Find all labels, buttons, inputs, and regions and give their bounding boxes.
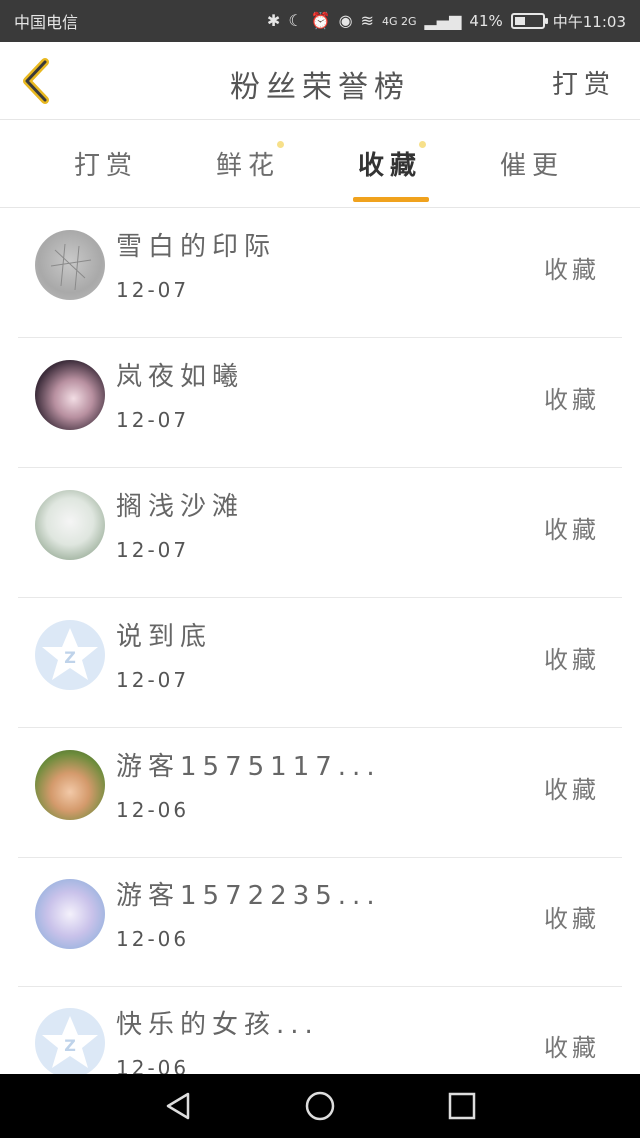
svg-text:Z: Z <box>64 648 76 667</box>
system-nav-bar <box>0 1074 640 1138</box>
fan-action: 收藏 <box>544 256 600 284</box>
list-item[interactable]: 雪白的印际 12-07 收藏 <box>18 208 622 338</box>
fan-date: 12-07 <box>116 278 190 302</box>
fan-action: 收藏 <box>544 776 600 804</box>
tab-label: 催更 <box>500 151 565 181</box>
signal-icon: ▂▄▆ <box>424 11 462 30</box>
nav-home-icon[interactable] <box>302 1088 338 1124</box>
tab-flowers[interactable]: 鲜花 <box>216 141 285 182</box>
reward-button[interactable]: 打赏 <box>552 64 616 101</box>
avatar <box>35 360 105 430</box>
fan-date: 12-06 <box>116 798 190 822</box>
avatar: Z <box>35 1008 105 1074</box>
svg-text:Z: Z <box>64 1036 76 1055</box>
fan-name: 游客1572235... <box>116 881 381 911</box>
fan-date: 12-07 <box>116 538 190 562</box>
fan-name: 搁浅沙滩 <box>116 492 245 522</box>
fan-name: 游客1575117... <box>116 752 381 782</box>
list-item[interactable]: 游客1572235... 12-06 收藏 <box>18 857 622 987</box>
tab-bar: 打赏 鲜花 收藏 催更 <box>0 121 640 208</box>
fan-date: 12-06 <box>116 1056 190 1074</box>
fan-action: 收藏 <box>544 905 600 933</box>
avatar: Z <box>35 620 105 690</box>
nav-recents-icon[interactable] <box>444 1088 480 1124</box>
clock: 中午11:03 <box>552 12 626 31</box>
bluetooth-icon: ✱ <box>266 11 281 30</box>
tab-collect[interactable]: 收藏 <box>358 141 427 182</box>
status-icons: ✱ ☾ ⏰ ◉ ≋ 4G 2G ▂▄▆ 41% 中午11:03 <box>267 11 626 32</box>
sketch-image <box>50 243 92 291</box>
battery-icon <box>510 13 548 29</box>
new-dot-icon <box>277 141 285 148</box>
list-item[interactable]: 游客1575117... 12-06 收藏 <box>18 728 622 858</box>
fan-action: 收藏 <box>544 1034 600 1062</box>
list-item[interactable]: Z 说到底 12-07 收藏 <box>18 598 622 728</box>
active-tab-indicator <box>353 197 429 202</box>
tab-label: 收藏 <box>358 151 423 181</box>
fan-date: 12-07 <box>116 408 190 432</box>
fan-action: 收藏 <box>544 646 600 674</box>
fan-name: 雪白的印际 <box>116 232 277 262</box>
wifi-icon: ≋ <box>360 11 374 30</box>
app-header: 粉丝荣誉榜 打赏 <box>0 42 640 120</box>
fan-date: 12-06 <box>116 927 190 951</box>
tab-urge[interactable]: 催更 <box>500 145 564 182</box>
fan-list: 雪白的印际 12-07 收藏 岚夜如曦 12-07 收藏 搁浅沙滩 12-07 … <box>0 208 640 1074</box>
alarm-icon: ⏰ <box>310 11 331 30</box>
list-item[interactable]: 搁浅沙滩 12-07 收藏 <box>18 468 622 598</box>
fan-name: 说到底 <box>116 622 213 652</box>
avatar <box>35 879 105 949</box>
avatar <box>35 750 105 820</box>
network-label: 4G 2G <box>381 14 417 28</box>
tab-reward[interactable]: 打赏 <box>74 145 138 182</box>
avatar <box>35 490 105 560</box>
fan-action: 收藏 <box>544 516 600 544</box>
battery-level <box>514 17 526 25</box>
nav-back-icon[interactable] <box>160 1088 196 1124</box>
fan-date: 12-07 <box>116 668 190 692</box>
default-avatar-icon: Z <box>42 1016 98 1068</box>
battery-percent: 41% <box>469 12 503 30</box>
tab-label: 鲜花 <box>216 151 281 181</box>
list-item[interactable]: Z 快乐的女孩... 12-06 收藏 <box>18 986 622 1074</box>
status-bar: 中国电信 ✱ ☾ ⏰ ◉ ≋ 4G 2G ▂▄▆ 41% 中午11:03 <box>0 0 640 42</box>
fan-name: 岚夜如曦 <box>116 362 245 392</box>
fan-name: 快乐的女孩... <box>116 1010 319 1040</box>
new-dot-icon <box>419 141 427 148</box>
fan-action: 收藏 <box>544 386 600 414</box>
avatar <box>35 230 105 300</box>
carrier-label: 中国电信 <box>14 13 79 32</box>
moon-icon: ☾ <box>288 11 303 30</box>
default-avatar-icon: Z <box>42 628 98 680</box>
tab-label: 打赏 <box>74 151 139 181</box>
list-item[interactable]: 岚夜如曦 12-07 收藏 <box>18 338 622 468</box>
eye-icon: ◉ <box>338 11 353 30</box>
page-title: 粉丝荣誉榜 <box>230 70 410 105</box>
